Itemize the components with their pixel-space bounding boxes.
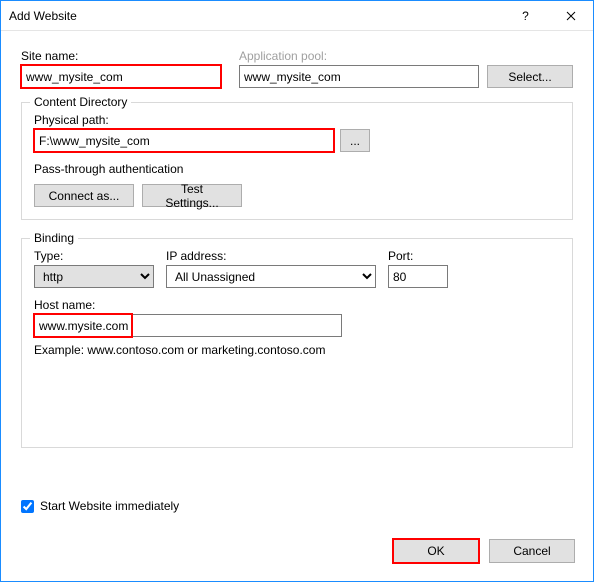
start-immediately-row: Start Website immediately: [21, 499, 179, 513]
site-name-input[interactable]: [21, 65, 221, 88]
ip-address-label: IP address:: [166, 249, 376, 263]
browse-button[interactable]: ...: [340, 129, 370, 152]
host-name-input[interactable]: [132, 314, 342, 337]
close-button[interactable]: [548, 1, 593, 31]
app-pool-input: [239, 65, 479, 88]
dialog-content: Site name: Application pool: Select... C…: [1, 31, 593, 448]
site-name-label: Site name:: [21, 49, 221, 63]
binding-group: Binding Type: http IP address: All Unass…: [21, 238, 573, 448]
start-immediately-checkbox[interactable]: [21, 500, 34, 513]
passthrough-label: Pass-through authentication: [34, 162, 183, 176]
type-select[interactable]: http: [34, 265, 154, 288]
close-icon: [566, 11, 576, 21]
dialog-window: Add Website ? Site name: Application poo…: [0, 0, 594, 582]
type-label: Type:: [34, 249, 154, 263]
physical-path-input[interactable]: [34, 129, 334, 152]
physical-path-label: Physical path:: [34, 113, 560, 127]
connect-as-button[interactable]: Connect as...: [34, 184, 134, 207]
titlebar: Add Website ?: [1, 1, 593, 31]
test-settings-button[interactable]: Test Settings...: [142, 184, 242, 207]
app-pool-label: Application pool:: [239, 49, 573, 63]
window-title: Add Website: [9, 9, 503, 23]
ip-address-select[interactable]: All Unassigned: [166, 265, 376, 288]
content-directory-group: Content Directory Physical path: ... Pas…: [21, 102, 573, 220]
port-label: Port:: [388, 249, 448, 263]
dialog-buttons: OK Cancel: [393, 539, 575, 563]
host-name-label: Host name:: [34, 298, 560, 312]
content-directory-legend: Content Directory: [30, 95, 131, 109]
help-button[interactable]: ?: [503, 1, 548, 31]
start-immediately-label: Start Website immediately: [40, 499, 179, 513]
port-input[interactable]: [388, 265, 448, 288]
host-name-example: Example: www.contoso.com or marketing.co…: [34, 343, 560, 357]
binding-legend: Binding: [30, 231, 78, 245]
host-name-prefix: www.mysite.com: [34, 314, 132, 337]
ok-button[interactable]: OK: [393, 539, 479, 563]
cancel-button[interactable]: Cancel: [489, 539, 575, 563]
select-app-pool-button[interactable]: Select...: [487, 65, 573, 88]
